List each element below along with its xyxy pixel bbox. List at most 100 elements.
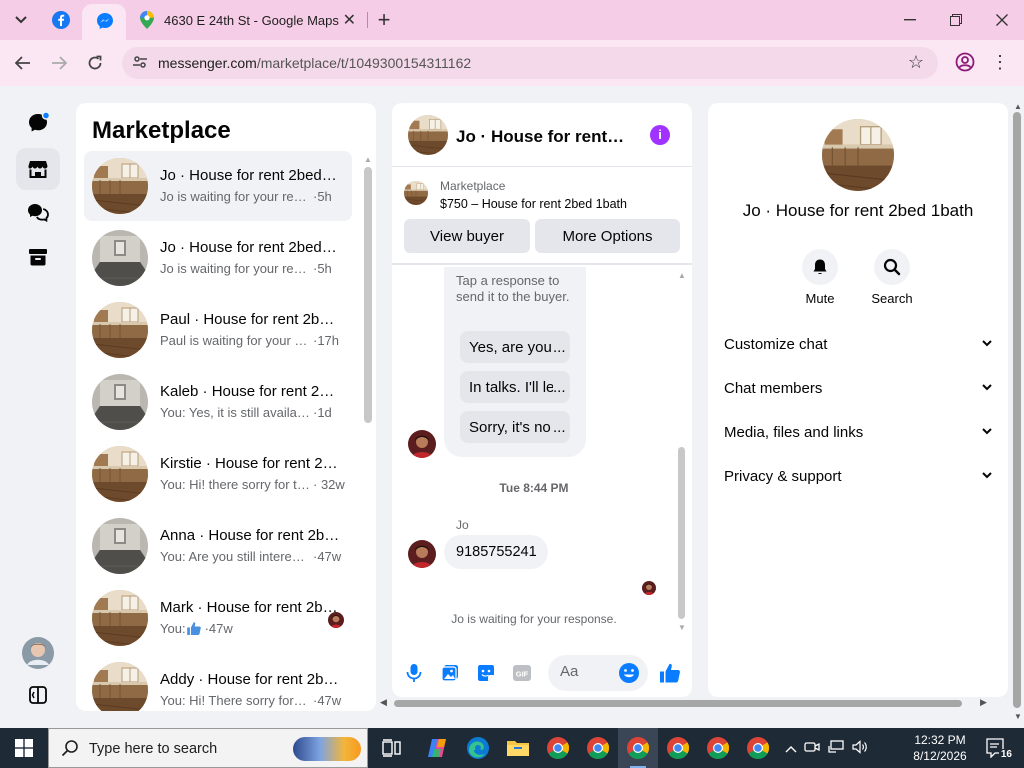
conversation-item[interactable]: Mark · House for rent 2bed 1bath You: ·47w: [84, 583, 352, 653]
conversation-item[interactable]: Kirstie · House for rent 2bed 1bath You: …: [84, 439, 352, 509]
conversation-thumbnail: [92, 302, 148, 358]
notification-center-button[interactable]: 16: [984, 736, 1014, 760]
chrome-icon[interactable]: [544, 734, 572, 762]
restore-button[interactable]: [936, 6, 976, 34]
rail-requests-button[interactable]: [16, 192, 60, 234]
chrome-profile-icon[interactable]: [584, 734, 612, 762]
bookmark-star-icon[interactable]: ☆: [908, 52, 924, 73]
info-section-row[interactable]: Chat members: [724, 373, 992, 403]
sticker-icon[interactable]: [474, 661, 498, 685]
quick-reply-button[interactable]: In talks. I'll let you know....: [460, 371, 570, 403]
sender-avatar[interactable]: [408, 540, 436, 568]
conversation-item[interactable]: Jo · House for rent 2bed 1bath Jo is wait…: [84, 223, 352, 293]
thread-scroll-down[interactable]: ▼: [678, 623, 686, 632]
list-scroll-up[interactable]: ▲: [364, 155, 372, 164]
taskbar-clock[interactable]: 12:32 PM 8/12/2026: [900, 732, 980, 764]
chrome-active-window-icon[interactable]: [624, 734, 652, 768]
thumbs-up-send-icon[interactable]: [658, 661, 682, 685]
profile-avatar[interactable]: [16, 632, 60, 674]
back-button[interactable]: [10, 50, 36, 76]
taskbar-search[interactable]: Type here to search: [48, 728, 368, 768]
chrome-window-icon[interactable]: [744, 734, 772, 762]
page-vertical-scrollbar[interactable]: ▲ ▼: [1012, 102, 1022, 722]
rail-chats-button[interactable]: [16, 102, 60, 144]
chat-title[interactable]: Jo · House for rent 2bed 1bath: [456, 127, 628, 147]
info-section-row[interactable]: Privacy & support: [724, 461, 992, 491]
message-requests-icon: [28, 204, 49, 222]
info-section-row[interactable]: Media, files and links: [724, 417, 992, 447]
volume-icon[interactable]: [848, 739, 872, 757]
snippet-text: You: Hi! there sorry for the delay: [160, 477, 310, 492]
thread-scroll-up[interactable]: ▲: [678, 271, 686, 280]
page-horizontal-scrollbar[interactable]: ◀ ▶: [376, 697, 990, 711]
message-bubble[interactable]: 9185755241: [444, 535, 548, 569]
mute-action[interactable]: Mute: [790, 249, 850, 306]
snippet-time: ·1d: [313, 405, 332, 420]
task-view-icon[interactable]: [378, 734, 406, 762]
quick-reply-button[interactable]: Sorry, it's no longer available....: [460, 411, 570, 443]
rail-archive-button[interactable]: [16, 236, 60, 278]
chrome-window-icon[interactable]: [704, 734, 732, 762]
tab-messenger[interactable]: [82, 4, 126, 40]
emoji-icon[interactable]: [618, 662, 640, 689]
chrome-window-icon[interactable]: [664, 734, 692, 762]
snippet-time: · 32w: [313, 477, 345, 492]
file-explorer-icon[interactable]: [504, 734, 532, 762]
copilot-icon[interactable]: [424, 734, 452, 762]
snippet-time: ·47w: [313, 549, 342, 564]
mute-label: Mute: [805, 291, 835, 306]
snippet-time: ·5h: [313, 261, 332, 276]
new-tab-button[interactable]: +: [372, 6, 396, 34]
view-buyer-button[interactable]: View buyer: [404, 219, 530, 253]
close-tab-icon[interactable]: ✕: [343, 10, 356, 30]
tab-separator: [367, 12, 368, 28]
reload-button[interactable]: [82, 50, 108, 76]
edge-icon[interactable]: [464, 734, 492, 762]
message-input[interactable]: [560, 663, 610, 680]
archive-box-icon: [29, 249, 47, 266]
listing-banner: Marketplace $750 – House for rent 2bed 1…: [392, 169, 692, 265]
conversation-item[interactable]: Anna · House for rent 2bed 1bath You: Are…: [84, 511, 352, 581]
gif-icon[interactable]: GIF: [510, 661, 534, 685]
profile-icon[interactable]: [955, 52, 975, 77]
meet-now-icon[interactable]: [800, 740, 824, 757]
toggle-sidebar-button[interactable]: [16, 674, 60, 716]
address-bar[interactable]: messenger.com/marketplace/t/104930015431…: [122, 47, 938, 79]
rail-marketplace-button[interactable]: [16, 148, 60, 190]
conversation-item[interactable]: Addy · House for rent 2bed 1bath You: Hi!…: [84, 655, 352, 711]
conversation-thumbnail: [92, 374, 148, 430]
close-window-button[interactable]: [982, 6, 1022, 34]
sender-avatar[interactable]: [408, 430, 436, 458]
thread-scrollbar[interactable]: [678, 447, 685, 619]
tab-facebook[interactable]: [46, 6, 76, 34]
network-icon[interactable]: [824, 739, 848, 757]
conversation-item[interactable]: Paul · House for rent 2bed 1bath Paul is …: [84, 295, 352, 365]
conversation-item[interactable]: Kaleb · House for rent 2bed 1bath You: Ye…: [84, 367, 352, 437]
chevron-down-icon: [982, 470, 992, 482]
list-scrollbar[interactable]: [364, 167, 372, 423]
conversation-snippet: You: ·47w: [160, 621, 233, 637]
chevron-up-icon[interactable]: [782, 741, 800, 756]
conversation-item[interactable]: Jo · House for rent 2bed 1bath Jo is wait…: [84, 151, 352, 221]
search-action[interactable]: Search: [862, 249, 922, 306]
info-section-row[interactable]: Customize chat: [724, 329, 992, 359]
windows-logo-icon: [15, 739, 33, 757]
conversation-snippet: You: Hi! There sorry for the delay·47w: [160, 693, 341, 708]
microphone-icon[interactable]: [402, 661, 426, 685]
photo-icon[interactable]: [438, 661, 462, 685]
tab-google-maps[interactable]: 4630 E 24th St - Google Maps ✕: [136, 6, 366, 34]
info-avatar[interactable]: [822, 119, 894, 191]
forward-button[interactable]: [46, 50, 72, 76]
start-button[interactable]: [0, 728, 48, 768]
minimize-button[interactable]: [890, 6, 930, 34]
browser-menu-icon[interactable]: ⋮: [990, 52, 1010, 74]
site-info-icon[interactable]: [132, 54, 148, 75]
info-icon[interactable]: i: [650, 125, 670, 145]
message-input-wrapper: [548, 655, 648, 691]
tab-search-icon[interactable]: [6, 6, 36, 34]
conversation-snippet: Jo is waiting for your response.·5h: [160, 261, 332, 276]
chat-avatar[interactable]: [408, 115, 448, 155]
more-options-button[interactable]: More Options: [535, 219, 680, 253]
listing-thumbnail: [404, 181, 428, 205]
quick-reply-button[interactable]: Yes, are you still interested?...: [460, 331, 570, 363]
